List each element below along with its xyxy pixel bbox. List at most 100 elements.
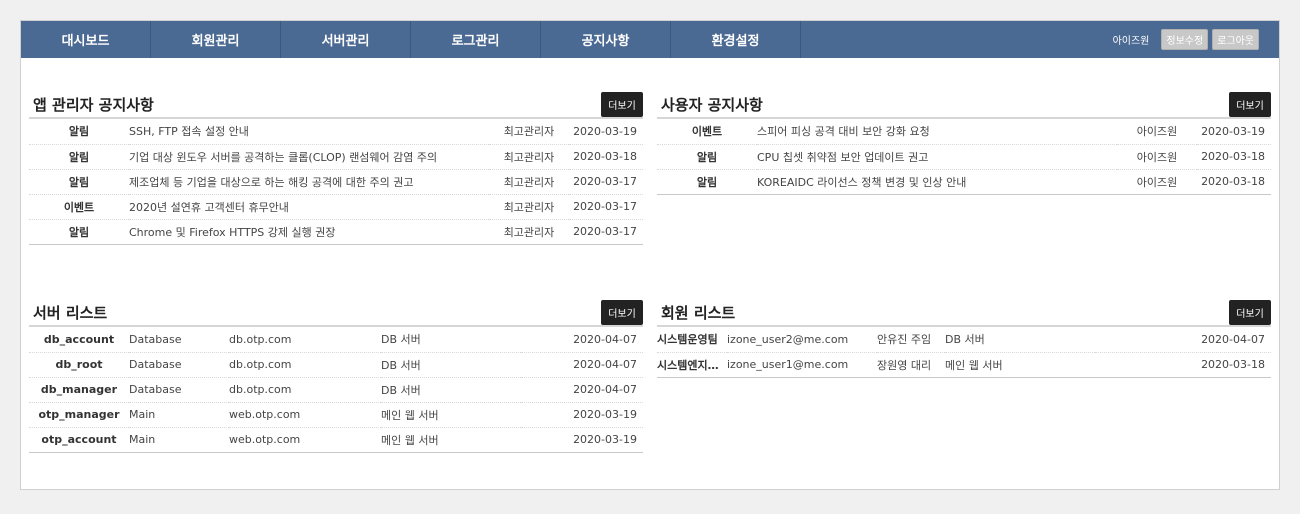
server-name: db_account (29, 327, 129, 353)
table-row[interactable]: otp_manager Main web.otp.com 메인 웹 서버 2020-03… (29, 402, 643, 428)
server-date: 2020-04-07 (521, 327, 643, 353)
server-host: db.otp.com (229, 327, 381, 353)
notice-type: 이벤트 (657, 119, 757, 145)
member-team: 시스템엔지… (657, 352, 727, 378)
member-name: 장원영 대리 (877, 352, 945, 378)
nav-dashboard[interactable]: 대시보드 (21, 21, 151, 58)
notice-author: 아이즈원 (1117, 119, 1197, 145)
member-role: DB 서버 (945, 327, 1095, 353)
server-list-title: 서버 리스트 (33, 303, 108, 322)
notice-date: 2020-03-17 (569, 194, 643, 220)
user-area: 아이즈원 정보수정 로그아웃 (1113, 21, 1279, 58)
server-desc: 메인 웹 서버 (381, 402, 521, 428)
notice-author: 최고관리자 (489, 194, 569, 220)
server-host: db.otp.com (229, 352, 381, 378)
server-list-panel: 서버 리스트 더보기 db_account Database db.otp.com D… (29, 299, 643, 453)
table-row[interactable]: 알림 제조업체 등 기업을 대상으로 하는 해킹 공격에 대한 주의 권고 최고관리… (29, 169, 643, 195)
admin-notices-title: 앱 관리자 공지사항 (33, 95, 154, 114)
main-frame: 대시보드 회원관리 서버관리 로그관리 공지사항 환경설정 아이즈원 정보수정 … (20, 20, 1280, 490)
server-group: Database (129, 377, 229, 403)
user-notices-title: 사용자 공지사항 (661, 95, 763, 114)
notice-date: 2020-03-19 (1197, 119, 1271, 145)
notice-type: 이벤트 (29, 194, 129, 220)
member-email: izone_user1@me.com (727, 352, 877, 378)
member-role: 메인 웹 서버 (945, 352, 1095, 378)
member-list-header: 회원 리스트 더보기 (657, 299, 1271, 327)
notice-author: 최고관리자 (489, 119, 569, 145)
table-row[interactable]: db_manager Database db.otp.com DB 서버 2020-04… (29, 377, 643, 403)
admin-notices-table: 알림 SSH, FTP 접속 설정 안내 최고관리자 2020-03-19 알림 기업 대… (29, 119, 643, 245)
table-row[interactable]: 이벤트 스피어 피싱 공격 대비 보안 강화 요청 아이즈원 2020-03-19 (657, 119, 1271, 145)
server-date: 2020-03-19 (521, 402, 643, 428)
notice-date: 2020-03-17 (569, 219, 643, 245)
top-nav: 대시보드 회원관리 서버관리 로그관리 공지사항 환경설정 아이즈원 정보수정 … (21, 21, 1279, 58)
notice-date: 2020-03-17 (569, 169, 643, 195)
notice-type: 알림 (657, 144, 757, 170)
table-row[interactable]: otp_account Main web.otp.com 메인 웹 서버 2020-03… (29, 427, 643, 453)
notice-subject: 제조업체 등 기업을 대상으로 하는 해킹 공격에 대한 주의 권고 (129, 169, 489, 195)
edit-profile-button[interactable]: 정보수정 (1161, 29, 1209, 50)
table-row[interactable]: 알림 CPU 칩셋 취약점 보안 업데이트 권고 아이즈원 2020-03-18 (657, 144, 1271, 170)
server-name: otp_manager (29, 402, 129, 428)
notice-author: 아이즈원 (1117, 144, 1197, 170)
notice-subject: SSH, FTP 접속 설정 안내 (129, 119, 489, 145)
table-row[interactable]: 이벤트 2020년 설연휴 고객센터 휴무안내 최고관리자 2020-03-17 (29, 194, 643, 220)
notice-subject: Chrome 및 Firefox HTTPS 강제 실행 권장 (129, 219, 489, 245)
member-list-panel: 회원 리스트 더보기 시스템운영팀 izone_user2@me.com 안유진 주… (657, 299, 1271, 378)
server-date: 2020-04-07 (521, 377, 643, 403)
member-date: 2020-04-07 (1095, 327, 1271, 353)
table-row[interactable]: 알림 KOREAIDC 라이선스 정책 변경 및 인상 안내 아이즈원 2020-03… (657, 169, 1271, 195)
server-desc: 메인 웹 서버 (381, 427, 521, 453)
server-date: 2020-03-19 (521, 427, 643, 453)
server-list-header: 서버 리스트 더보기 (29, 299, 643, 327)
notice-subject: 2020년 설연휴 고객센터 휴무안내 (129, 194, 489, 220)
admin-notices-panel: 앱 관리자 공지사항 더보기 알림 SSH, FTP 접속 설정 안내 최고관리자 2… (29, 91, 643, 245)
table-row[interactable]: db_root Database db.otp.com DB 서버 2020-04-07 (29, 352, 643, 378)
nav-logs[interactable]: 로그관리 (411, 21, 541, 58)
server-group: Database (129, 352, 229, 378)
server-name: db_root (29, 352, 129, 378)
table-row[interactable]: 알림 Chrome 및 Firefox HTTPS 강제 실행 권장 최고관리자 20… (29, 219, 643, 245)
user-notices-table: 이벤트 스피어 피싱 공격 대비 보안 강화 요청 아이즈원 2020-03-19 알림… (657, 119, 1271, 195)
notice-author: 최고관리자 (489, 144, 569, 170)
server-group: Database (129, 327, 229, 353)
notice-subject: CPU 칩셋 취약점 보안 업데이트 권고 (757, 144, 1117, 170)
admin-notices-more-button[interactable]: 더보기 (601, 91, 643, 117)
member-list-more-button[interactable]: 더보기 (1229, 299, 1271, 325)
notice-type: 알림 (29, 219, 129, 245)
notice-author: 최고관리자 (489, 219, 569, 245)
logout-button[interactable]: 로그아웃 (1212, 29, 1259, 50)
table-row[interactable]: 시스템운영팀 izone_user2@me.com 안유진 주임 DB 서버 2020-… (657, 327, 1271, 353)
table-row[interactable]: db_account Database db.otp.com DB 서버 2020-04… (29, 327, 643, 353)
notice-subject: 기업 대상 윈도우 서버를 공격하는 클롭(CLOP) 랜섬웨어 감염 주의 (129, 144, 489, 170)
nav-servers[interactable]: 서버관리 (281, 21, 411, 58)
user-notices-header: 사용자 공지사항 더보기 (657, 91, 1271, 119)
notice-author: 아이즈원 (1117, 169, 1197, 195)
server-group: Main (129, 427, 229, 453)
server-date: 2020-04-07 (521, 352, 643, 378)
user-notices-more-button[interactable]: 더보기 (1229, 91, 1271, 117)
nav-members[interactable]: 회원관리 (151, 21, 281, 58)
nav-notices[interactable]: 공지사항 (541, 21, 671, 58)
table-row[interactable]: 시스템엔지… izone_user1@me.com 장원영 대리 메인 웹 서버 202… (657, 352, 1271, 378)
member-list-title: 회원 리스트 (661, 303, 736, 322)
nav-settings[interactable]: 환경설정 (671, 21, 801, 58)
notice-date: 2020-03-18 (569, 144, 643, 170)
server-list-table: db_account Database db.otp.com DB 서버 2020-04… (29, 327, 643, 453)
server-name: db_manager (29, 377, 129, 403)
server-group: Main (129, 402, 229, 428)
server-desc: DB 서버 (381, 327, 521, 353)
server-host: db.otp.com (229, 377, 381, 403)
member-name: 안유진 주임 (877, 327, 945, 353)
table-row[interactable]: 알림 기업 대상 윈도우 서버를 공격하는 클롭(CLOP) 랜섬웨어 감염 주의… (29, 144, 643, 170)
server-desc: DB 서버 (381, 352, 521, 378)
member-date: 2020-03-18 (1095, 352, 1271, 378)
notice-type: 알림 (29, 119, 129, 145)
table-row[interactable]: 알림 SSH, FTP 접속 설정 안내 최고관리자 2020-03-19 (29, 119, 643, 145)
admin-notices-header: 앱 관리자 공지사항 더보기 (29, 91, 643, 119)
member-list-table: 시스템운영팀 izone_user2@me.com 안유진 주임 DB 서버 2020-… (657, 327, 1271, 378)
user-notices-panel: 사용자 공지사항 더보기 이벤트 스피어 피싱 공격 대비 보안 강화 요청 아이즈… (657, 91, 1271, 195)
server-list-more-button[interactable]: 더보기 (601, 299, 643, 325)
notice-type: 알림 (657, 169, 757, 195)
server-host: web.otp.com (229, 427, 381, 453)
